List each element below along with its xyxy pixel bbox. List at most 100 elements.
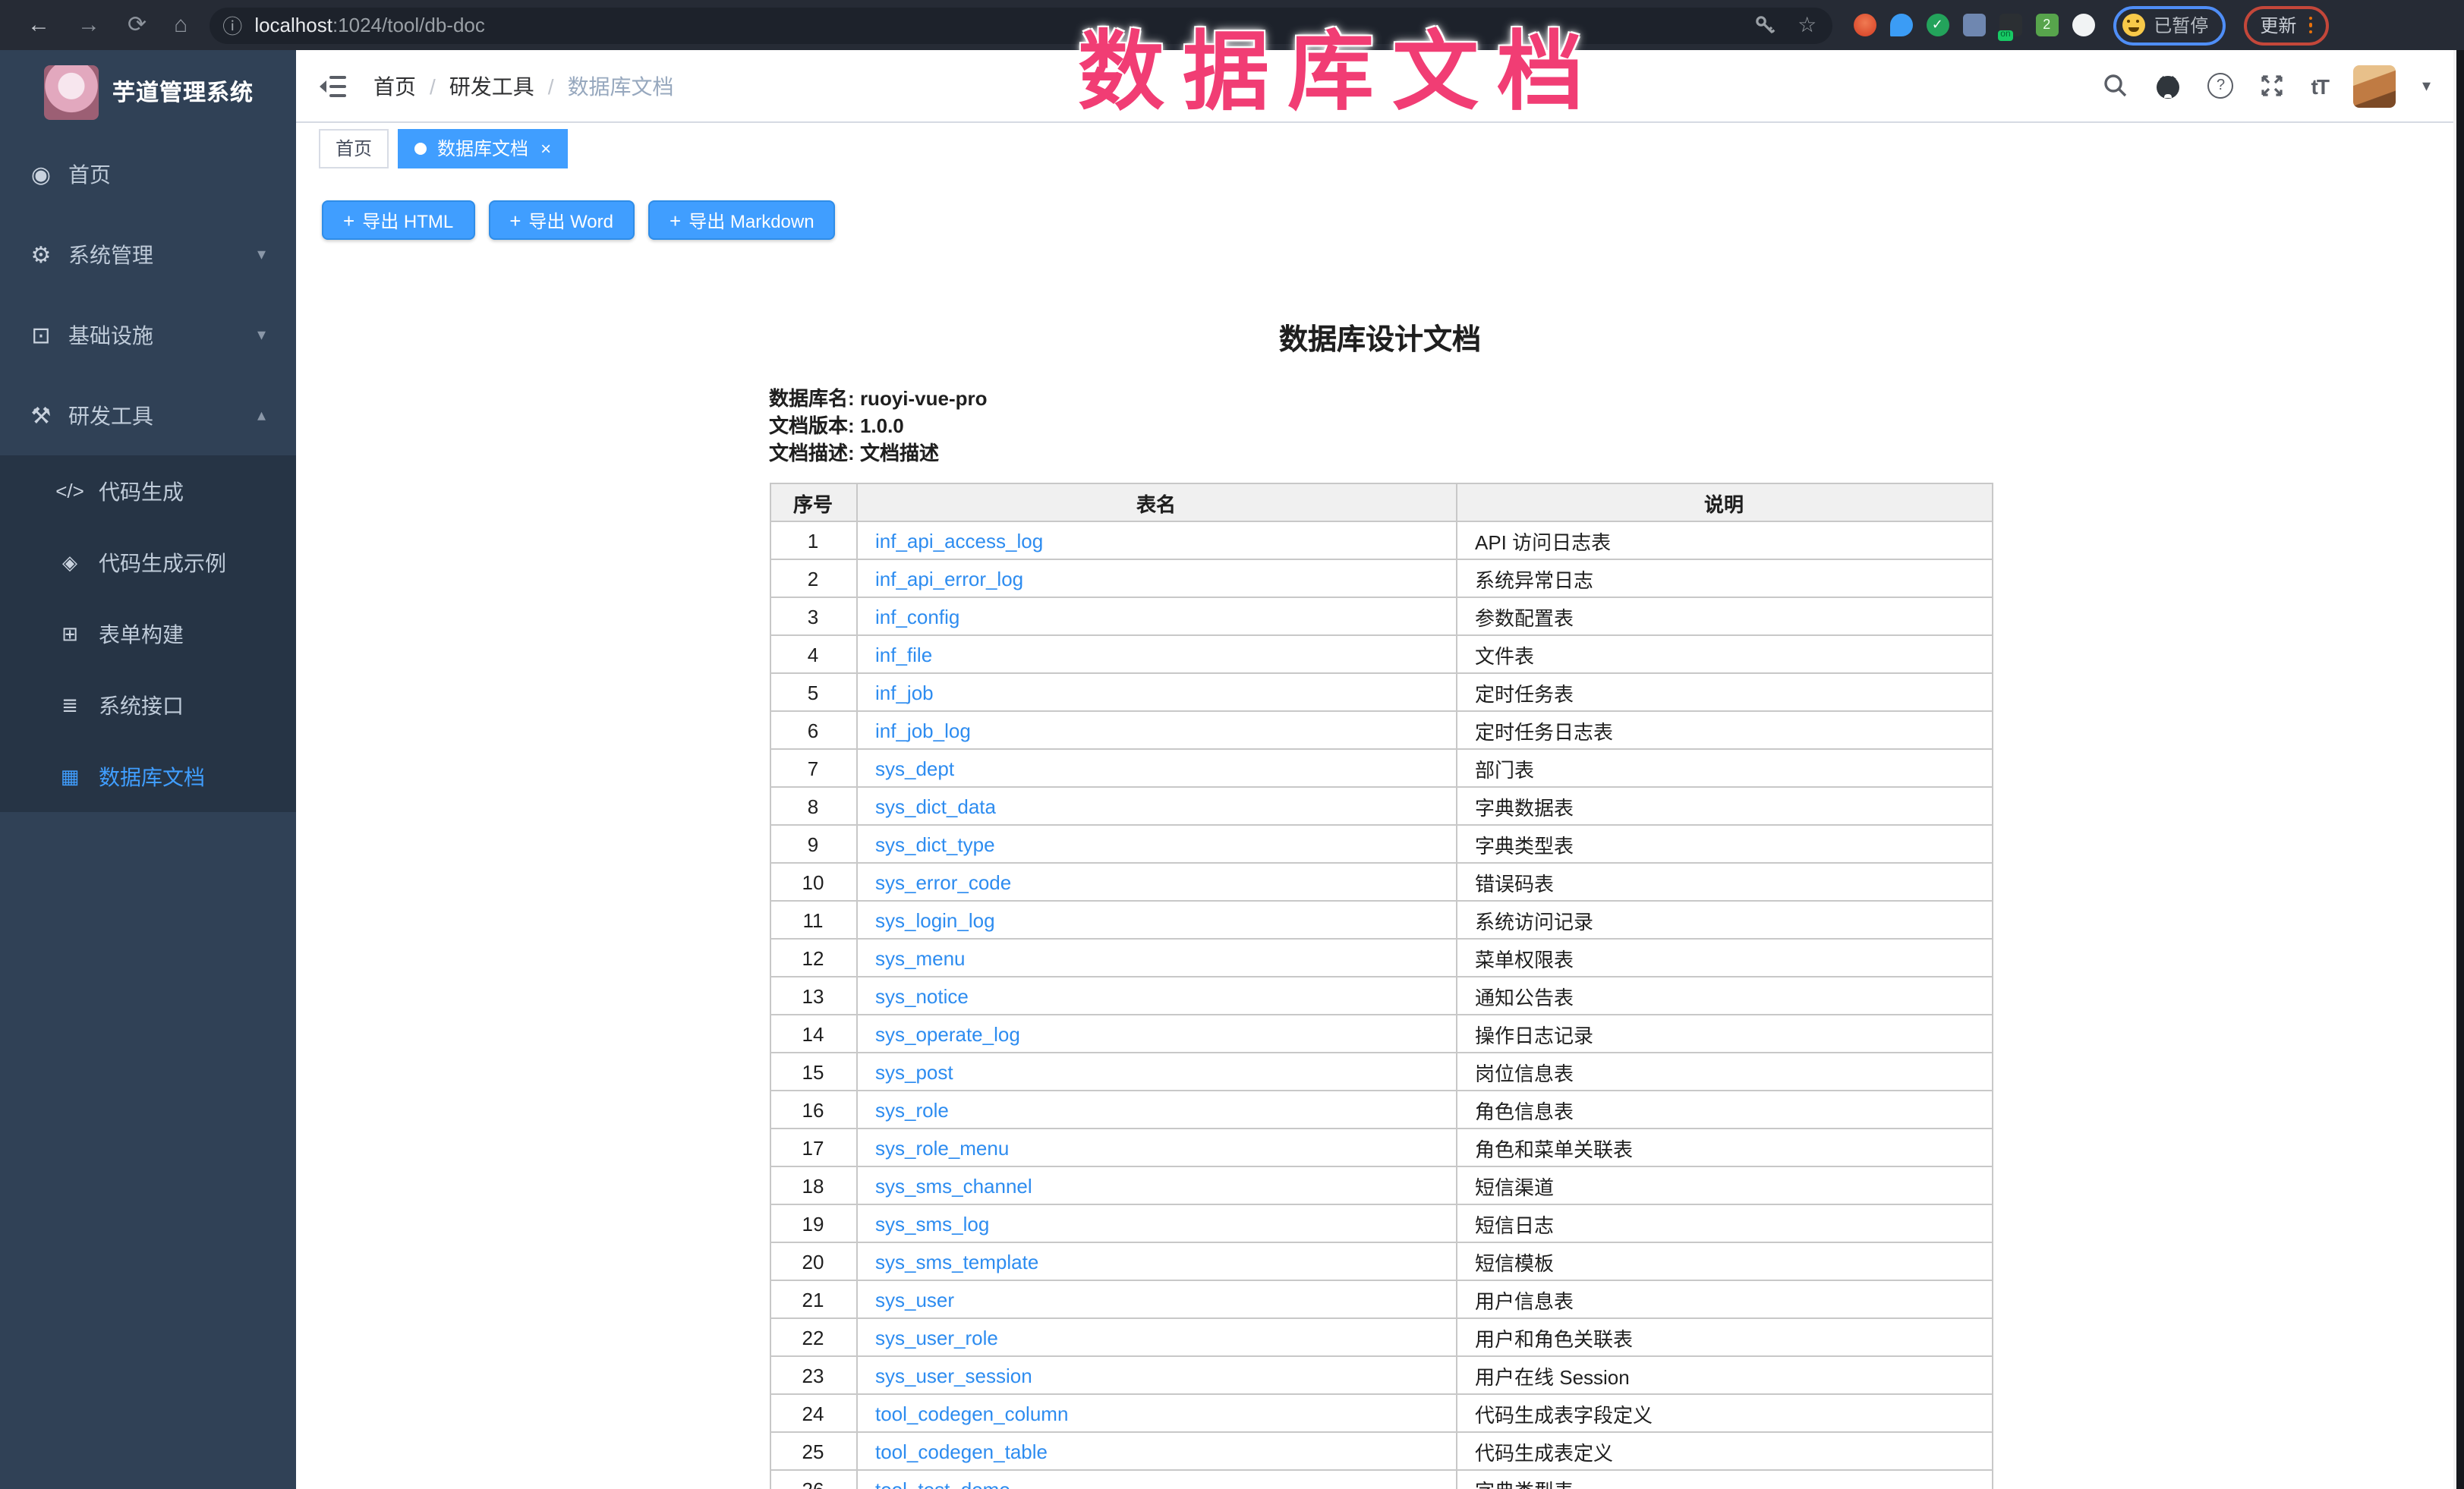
plus-icon: + [509,209,521,231]
sidebar-submenu-item[interactable]: </> 代码生成 [0,455,296,527]
export-button[interactable]: + 导出 HTML [322,200,474,240]
extension-icon[interactable] [1889,14,1912,36]
export-button[interactable]: + 导出 Markdown [648,200,836,240]
table-name-link[interactable]: sys_menu [875,946,966,969]
sidebar-submenu-item[interactable]: ⊞ 表单构建 [0,598,296,669]
row-number: 10 [770,863,856,901]
extension-icon[interactable] [1962,14,1985,36]
doc-meta: 数据库名: ruoyi-vue-pro 文档版本: 1.0.0 文档描述: [769,386,1991,467]
browser-menu-icon[interactable] [2308,17,2312,34]
table-name-link[interactable]: sys_dict_data [875,795,996,817]
search-icon[interactable] [2103,73,2129,99]
sidebar-submenu-item[interactable]: ◈ 代码生成示例 [0,527,296,598]
table-name-link[interactable]: sys_login_log [875,908,995,931]
breadcrumb-home[interactable]: 首页 [373,71,416,101]
extensions-puzzle-icon[interactable] [2072,14,2094,36]
fullscreen-icon[interactable] [2260,73,2286,99]
help-icon[interactable]: ? [2208,73,2234,99]
tab-home[interactable]: 首页 [319,128,389,168]
update-browser-chip[interactable]: 更新 [2243,5,2329,45]
table-row: 5 inf_job 定时任务表 [770,673,1992,711]
site-info-icon[interactable]: ⓘ [222,11,242,39]
sidebar-menu-item[interactable]: ⊡ 基础设施 ▾ [0,294,296,375]
table-name-link[interactable]: sys_role [875,1098,949,1121]
table-name-link[interactable]: inf_job_log [875,719,971,741]
extension-icon[interactable] [2035,14,2058,36]
table-name-link[interactable]: inf_api_error_log [875,567,1023,590]
tab-db-doc[interactable]: 数据库文档 × [398,128,568,168]
doc-meta-label: 文档描述: [769,442,855,464]
user-menu-caret-icon[interactable]: ▾ [2422,76,2431,96]
table-name-link[interactable]: inf_file [875,643,932,666]
reload-icon[interactable]: ⟳ [128,14,147,36]
table-description: 部门表 [1456,749,1992,787]
table-name-link[interactable]: sys_sms_template [875,1250,1038,1273]
github-icon[interactable] [2155,72,2182,99]
font-size-icon[interactable]: tT [2311,74,2328,98]
export-button-label: 导出 Markdown [688,207,814,233]
sidebar-menu-item[interactable]: ⚒ 研发工具 ▴ [0,375,296,455]
breadcrumb-separator: / [430,74,436,98]
table-row: 19 sys_sms_log 短信日志 [770,1204,1992,1242]
back-icon[interactable]: ← [27,14,50,36]
forward-icon[interactable]: → [77,14,100,36]
table-name-link[interactable]: sys_dict_type [875,833,995,855]
row-number: 14 [770,1015,856,1053]
bookmark-star-icon[interactable]: ☆ [1798,12,1816,38]
table-description: 字典类型表 [1456,825,1992,863]
sidebar-menu-item[interactable]: ⚙ 系统管理 ▾ [0,214,296,294]
extension-icon[interactable] [1926,14,1949,36]
home-icon[interactable]: ⌂ [174,14,187,36]
row-number: 23 [770,1356,856,1394]
table-name-link[interactable]: tool_codegen_column [875,1402,1068,1424]
app-window: 芋道管理系统 ◉ 首页 ⚙ 系统管理 ▾ [0,50,2464,1489]
row-number: 16 [770,1091,856,1129]
menu-item-label: 首页 [68,159,111,189]
user-avatar[interactable] [2354,65,2396,107]
table-name-link[interactable]: sys_notice [875,984,969,1007]
breadcrumb-devtools[interactable]: 研发工具 [449,71,534,101]
table-name-link[interactable]: sys_post [875,1060,953,1083]
table-name-link[interactable]: sys_sms_log [875,1212,989,1235]
table-row: 3 inf_config 参数配置表 [770,597,1992,635]
app-logo-row[interactable]: 芋道管理系统 [0,50,296,134]
table-name-link[interactable]: sys_user_role [875,1326,998,1349]
main-area: 首页 / 研发工具 / 数据库文档 ? [296,50,2464,1489]
sidebar-submenu-item[interactable]: ≣ 系统接口 [0,669,296,741]
table-description: 字典数据表 [1456,787,1992,825]
table-name-link[interactable]: tool_test_demo [875,1478,1010,1489]
table-description: 参数配置表 [1456,597,1992,635]
table-row: 14 sys_operate_log 操作日志记录 [770,1015,1992,1053]
table-name-link[interactable]: sys_dept [875,757,954,779]
password-key-icon[interactable] [1753,14,1776,36]
tab-close-icon[interactable]: × [540,139,551,157]
sidebar-submenu-item[interactable]: ▦ 数据库文档 [0,741,296,812]
row-number: 21 [770,1280,856,1318]
sidebar-menu-item[interactable]: ◉ 首页 [0,134,296,214]
table-name-link[interactable]: sys_error_code [875,870,1011,893]
extension-icon[interactable] [1999,14,2021,36]
table-name-link[interactable]: sys_sms_channel [875,1174,1032,1197]
table-description: 通知公告表 [1456,977,1992,1015]
table-name-link[interactable]: inf_config [875,605,959,628]
extension-icon[interactable] [1853,14,1876,36]
table-name-link[interactable]: inf_api_access_log [875,529,1043,552]
table-description: 用户在线 Session [1456,1356,1992,1394]
table-description: 角色和菜单关联表 [1456,1129,1992,1166]
header-actions: ? tT ▾ [2103,65,2431,107]
sidebar-menu: ◉ 首页 ⚙ 系统管理 ▾ ⊡ 基础设施 ▾ [0,134,296,455]
sidebar-collapse-icon[interactable] [319,74,346,98]
export-button[interactable]: + 导出 Word [488,200,635,240]
menu-item-icon: ⊡ [23,321,59,348]
chevron-icon: ▴ [257,405,266,425]
table-name-link[interactable]: sys_user_session [875,1364,1032,1387]
table-name-link[interactable]: sys_user [875,1288,954,1311]
table-name-link[interactable]: sys_operate_log [875,1022,1020,1045]
table-name-link[interactable]: sys_role_menu [875,1136,1009,1159]
emoji-face-icon [2122,14,2144,36]
paused-status-chip[interactable]: 已暂停 [2113,5,2225,45]
col-header-name: 表名 [856,483,1456,521]
table-name-link[interactable]: tool_codegen_table [875,1440,1048,1462]
menu-item-icon: ⚒ [23,401,59,429]
table-name-link[interactable]: inf_job [875,681,934,704]
